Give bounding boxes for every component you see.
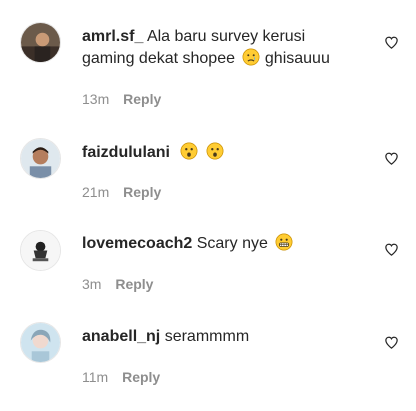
comment-meta: 3m Reply bbox=[82, 276, 153, 292]
heart-outline-icon[interactable] bbox=[384, 151, 399, 166]
comments-list: amrl.sf_ Ala baru survey kerusi gaming d… bbox=[0, 0, 416, 411]
comment-text: Scary nye bbox=[196, 235, 268, 252]
comment-body: anabell_nj serammmm bbox=[82, 326, 372, 348]
comment-time: 13m bbox=[82, 91, 110, 107]
reply-button[interactable]: Reply bbox=[123, 91, 161, 107]
reply-button[interactable]: Reply bbox=[123, 184, 161, 200]
comment-text: Ala baru survey kerusi bbox=[146, 28, 306, 45]
avatar[interactable] bbox=[20, 138, 61, 179]
comment-body: amrl.sf_ Ala baru survey kerusi gaming d… bbox=[82, 26, 372, 70]
astonished-face-icon bbox=[180, 142, 198, 160]
heart-outline-icon[interactable] bbox=[384, 35, 399, 50]
comment-text: ghisauuu bbox=[264, 50, 330, 67]
comment-body: faizdululani bbox=[82, 142, 372, 164]
avatar[interactable] bbox=[20, 22, 61, 63]
comment-time: 11m bbox=[82, 369, 109, 385]
comment-username[interactable]: amrl.sf_ bbox=[82, 28, 143, 45]
comment-username[interactable]: anabell_nj bbox=[82, 328, 160, 345]
heart-outline-icon[interactable] bbox=[384, 242, 399, 257]
comment-username[interactable]: faizdululani bbox=[82, 144, 170, 161]
comment-text: serammmm bbox=[164, 328, 250, 345]
astonished-face-icon bbox=[206, 142, 224, 160]
comment-text: gaming dekat shopee bbox=[82, 50, 235, 67]
comment-time: 21m bbox=[82, 184, 110, 200]
reply-button[interactable]: Reply bbox=[115, 276, 153, 292]
avatar[interactable] bbox=[20, 230, 61, 271]
comment-meta: 11m Reply bbox=[82, 369, 160, 385]
grimacing-face-icon bbox=[275, 233, 293, 251]
crying-face-icon bbox=[242, 48, 260, 66]
avatar[interactable] bbox=[20, 322, 61, 363]
comment-meta: 13m Reply bbox=[82, 91, 161, 107]
comment-time: 3m bbox=[82, 276, 102, 292]
comment-username[interactable]: lovemecoach2 bbox=[82, 235, 192, 252]
heart-outline-icon[interactable] bbox=[384, 335, 399, 350]
reply-button[interactable]: Reply bbox=[122, 369, 160, 385]
comment-body: lovemecoach2 Scary nye bbox=[82, 233, 372, 255]
comment-meta: 21m Reply bbox=[82, 184, 161, 200]
